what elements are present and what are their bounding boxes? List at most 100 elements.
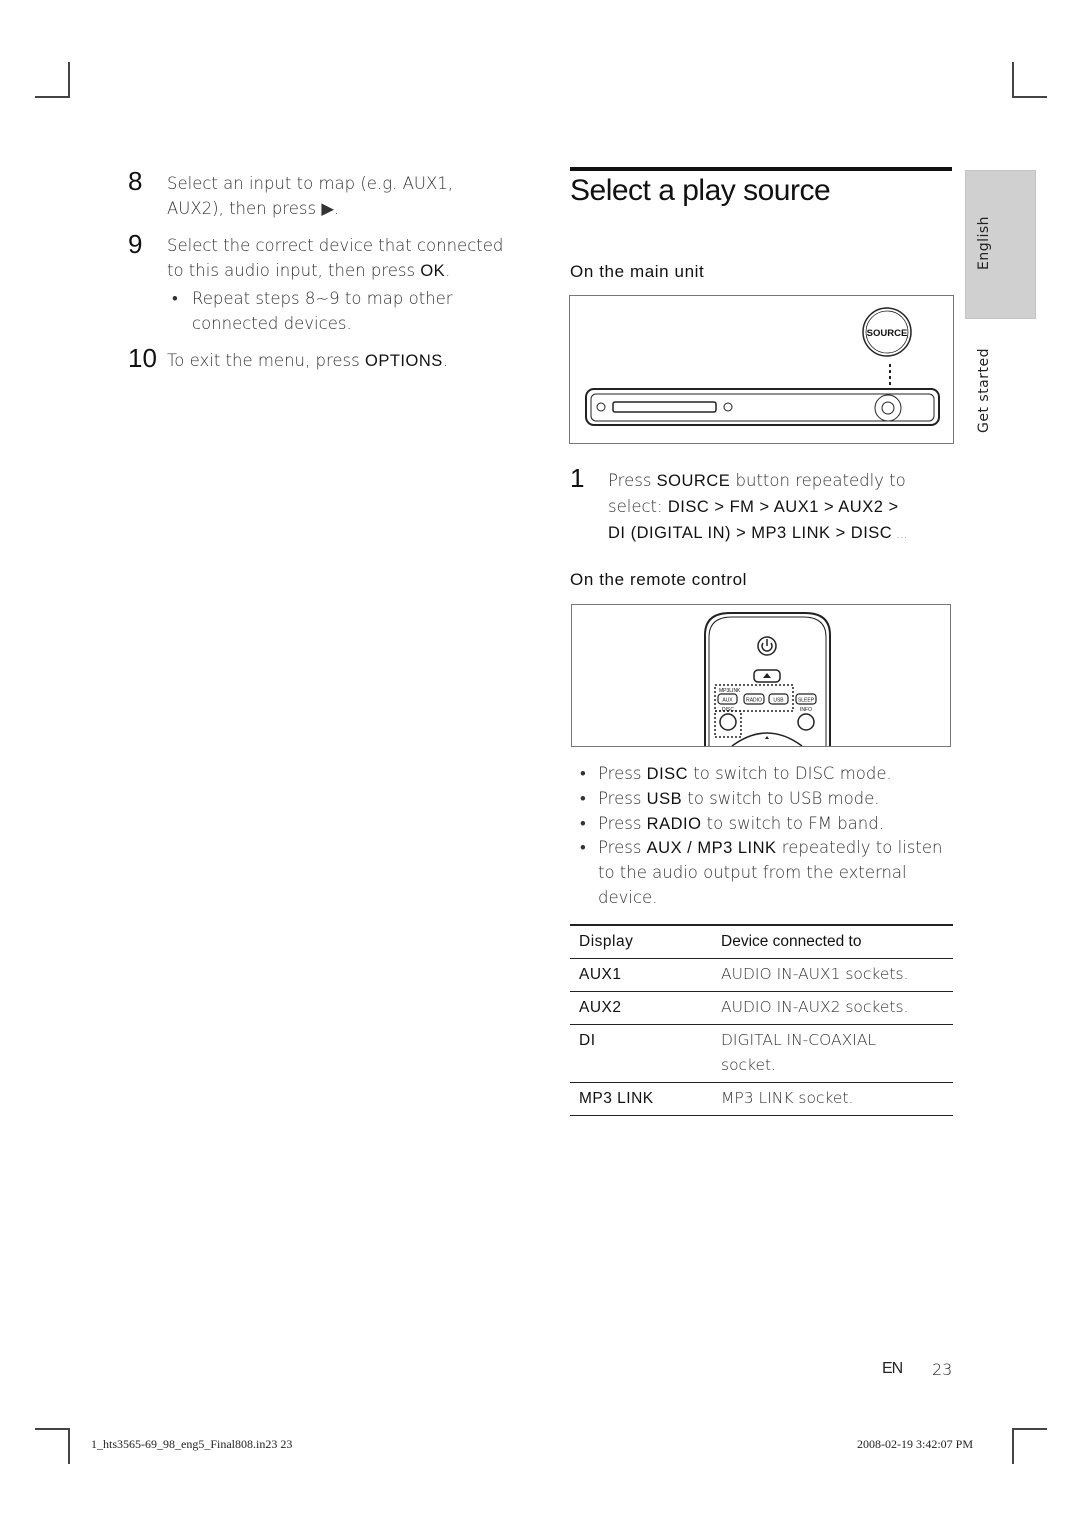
- text: Press: [598, 764, 647, 783]
- display-table: Display Device connected to AUX1 AUDIO I…: [570, 924, 953, 1116]
- table-cell: AUX1: [570, 958, 712, 992]
- table-row: AUX2 AUDIO IN-AUX2 sockets.: [570, 991, 953, 1025]
- keyword-source: SOURCE: [656, 472, 731, 490]
- info-button: [797, 713, 815, 731]
- text: Press: [598, 813, 647, 833]
- step-text: Select the correct device that connected…: [167, 233, 517, 284]
- step-number: 9: [128, 229, 143, 259]
- step-number: 1: [570, 463, 585, 493]
- power-button: [757, 636, 777, 656]
- bullet-dot: •: [580, 838, 586, 858]
- language-tab-label: English: [976, 215, 992, 270]
- keyword: USB: [646, 789, 683, 808]
- step-text: Press SOURCE button repeatedly to select…: [608, 468, 958, 547]
- text: button repeatedly to: [730, 471, 906, 490]
- keyword: AUX / MP3 LINK: [646, 839, 777, 858]
- source-button-label: SOURCE: [867, 328, 908, 339]
- text: to switch to DISC mode.: [688, 764, 892, 783]
- text: .: [445, 261, 451, 280]
- table-row: DI DIGITAL IN-COAXIAL socket.: [570, 1024, 953, 1083]
- text: Press: [608, 471, 657, 490]
- table-header-row: Display Device connected to: [570, 924, 953, 959]
- text: to switch to USB mode.: [682, 788, 880, 808]
- info-label: INFO: [800, 707, 812, 713]
- remote-bullets: • Press DISC to switch to DISC mode. • Pre…: [580, 762, 960, 911]
- usb-button: USB: [768, 693, 789, 705]
- eject-button: [753, 669, 781, 683]
- step-text: To exit the menu, press OPTIONS.: [167, 348, 517, 374]
- page-language: EN: [882, 1360, 903, 1377]
- text: to switch to FM band.: [701, 813, 884, 833]
- bullet-item: • Press RADIO to switch to FM band.: [580, 812, 960, 837]
- table-cell: MP3 LINK socket.: [712, 1082, 953, 1116]
- text: to this audio input, then press: [167, 261, 421, 280]
- text: To exit the menu, press: [167, 351, 365, 370]
- keyword-ok: OK: [420, 262, 446, 280]
- crop-mark-top-right: [1012, 62, 1047, 98]
- step-line: Select the correct device that connected: [167, 236, 504, 255]
- remote-figure: MP3LINK AUX RADIO USB SLEEP DISC INFO: [571, 604, 951, 747]
- table-row: AUX1 AUDIO IN-AUX1 sockets.: [570, 958, 953, 992]
- print-slug-timestamp: 2008-02-19 3:42:07 PM: [857, 1437, 974, 1451]
- mp3link-label: MP3LINK: [719, 688, 741, 694]
- table-header-cell: Device connected to: [712, 924, 953, 959]
- step-line: AUX2), then press ▶.: [167, 199, 340, 218]
- crop-mark-bottom-right: [1012, 1428, 1047, 1464]
- step-line: select: DISC > FM > AUX1 > AUX2 >: [608, 494, 958, 520]
- keyword: RADIO: [646, 814, 702, 833]
- step-number: 10: [128, 343, 157, 373]
- crop-mark-bottom-left: [35, 1428, 70, 1464]
- step-line: Repeat steps 8~9 to map other: [192, 289, 453, 308]
- svg-text:SLEEP: SLEEP: [798, 698, 815, 704]
- step-line: DI (DIGITAL IN) > MP3 LINK > DISC ...: [608, 520, 958, 547]
- step-line: Press SOURCE button repeatedly to: [608, 468, 958, 494]
- sleep-button: SLEEP: [795, 693, 817, 705]
- remote-illustration: MP3LINK AUX RADIO USB SLEEP DISC INFO: [704, 612, 831, 747]
- keyword: DISC: [646, 765, 689, 783]
- player-body: [585, 388, 940, 426]
- aux-button: AUX: [717, 693, 738, 705]
- bullet-dot: •: [580, 813, 586, 833]
- keyword-options: OPTIONS: [364, 352, 443, 370]
- table-cell: DIGITAL IN-COAXIAL socket.: [712, 1024, 953, 1083]
- text: .: [442, 351, 448, 370]
- crop-mark-top-left: [35, 62, 70, 98]
- print-slug-file: 1_hts3565-69_98_eng5_Final808.in23 23: [91, 1437, 293, 1451]
- source-sequence: DI (DIGITAL IN) > MP3 LINK > DISC: [608, 524, 893, 542]
- svg-text:USB: USB: [773, 698, 784, 704]
- table-row: MP3 LINK MP3 LINK socket.: [570, 1082, 953, 1116]
- radio-button: RADIO: [743, 693, 765, 705]
- bullet-dot: •: [580, 764, 586, 783]
- main-unit-illustration: SOURCE: [585, 307, 940, 426]
- table-header-cell: Display: [570, 924, 712, 959]
- table-cell: AUDIO IN-AUX2 sockets.: [712, 991, 953, 1025]
- bullet-item: • Press DISC to switch to DISC mode.: [580, 762, 960, 787]
- step-line: Select an input to map (e.g. AUX1,: [167, 174, 453, 193]
- step-line: to this audio input, then press OK.: [167, 258, 517, 284]
- step-number: 8: [128, 166, 143, 196]
- bullet-item: • Press USB to switch to USB mode.: [580, 787, 960, 812]
- bullet-dot: •: [172, 289, 178, 308]
- bullet-item: • Press AUX / MP3 LINK repeatedly to list…: [580, 836, 960, 910]
- remote-heading: On the remote control: [570, 570, 748, 589]
- table-cell: MP3 LINK: [570, 1082, 712, 1116]
- disc-button: [719, 713, 737, 731]
- step-text: Select an input to map (e.g. AUX1, AUX2)…: [167, 171, 507, 221]
- table-cell: AUDIO IN-AUX1 sockets.: [712, 958, 953, 992]
- text: Press: [598, 838, 647, 858]
- text: Press: [598, 788, 647, 808]
- table-cell: DI: [570, 1024, 712, 1083]
- disc-label: DISC: [722, 707, 734, 713]
- table-cell: AUX2: [570, 991, 712, 1025]
- section-rule: [570, 167, 952, 171]
- bullet-dot: •: [580, 788, 586, 808]
- text: ...: [892, 527, 908, 541]
- text: select:: [608, 497, 668, 516]
- svg-text:AUX: AUX: [722, 698, 733, 704]
- main-unit-figure: SOURCE: [569, 295, 954, 444]
- svg-text:RADIO: RADIO: [746, 698, 762, 704]
- source-sequence: DISC > FM > AUX1 > AUX2 >: [667, 498, 899, 516]
- section-title: Select a play source: [570, 174, 831, 207]
- page-number: 23: [932, 1360, 953, 1379]
- step-bullet: • Repeat steps 8~9 to map other connecte…: [172, 286, 512, 336]
